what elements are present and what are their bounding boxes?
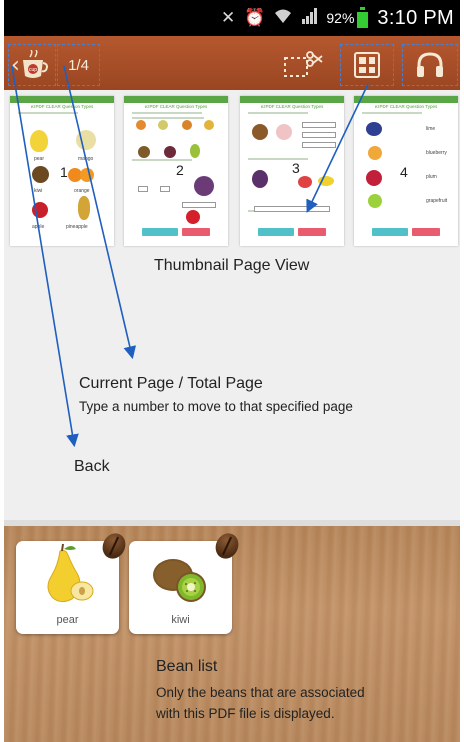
- bean-card-pear[interactable]: pear: [16, 529, 130, 634]
- thumbnail-title: ezPDF CLEAR Question Types: [144, 104, 208, 109]
- fruit-label: plum: [426, 174, 437, 180]
- thumbnail-number: 1: [60, 164, 68, 180]
- shelf-divider: [4, 520, 460, 526]
- page-thumbnail-2[interactable]: ezPDF CLEAR Question Types 2: [124, 96, 228, 246]
- thumbnail-page-view: ezPDF CLEAR Question Types pear mango 1 …: [4, 90, 460, 520]
- mute-vibrate-icon: ✕: [220, 7, 236, 28]
- page-indicator-caption: Current Page / Total Page: [79, 375, 263, 392]
- bean-list-caption: Bean list: [156, 658, 218, 675]
- thumbnail-view-button[interactable]: [340, 44, 394, 86]
- page-thumbnail-1[interactable]: ezPDF CLEAR Question Types pear mango 1 …: [10, 96, 114, 246]
- thumbnail-title: ezPDF CLEAR Question Types: [260, 104, 324, 109]
- svg-text:cup: cup: [29, 67, 37, 73]
- fruit-label: pear: [34, 156, 45, 162]
- thumbnail-number: 2: [176, 162, 184, 178]
- fruit-label: kiwi: [34, 188, 43, 194]
- thumbnail-buttons: [124, 228, 228, 236]
- bean-label: kiwi: [171, 614, 190, 626]
- fruit-label: blueberry: [426, 150, 447, 156]
- bean-list-description-line-2: with this PDF file is displayed.: [156, 706, 335, 721]
- page-indicator-description: Type a number to move to that specified …: [79, 399, 353, 414]
- alarm-icon: ⏰: [244, 7, 266, 28]
- audio-button[interactable]: [402, 44, 458, 86]
- status-time: 3:10 PM: [377, 6, 454, 29]
- bean-label: pear: [56, 614, 79, 626]
- fruit-label: grapefruit: [426, 198, 448, 204]
- headphones-icon: [417, 52, 443, 77]
- back-caption: Back: [74, 458, 110, 475]
- clip-button[interactable]: [276, 46, 324, 84]
- fruit-label: orange: [74, 188, 90, 194]
- grid-view-icon: [354, 52, 380, 78]
- thumbnail-title: ezPDF CLEAR Question Types: [374, 104, 438, 109]
- bean-list-description: Only the beans that are associated with …: [156, 682, 456, 724]
- battery-icon: [357, 6, 369, 28]
- app-screen: ✕ ⏰ 92% 3:10 PM ‹ cup 1/4 ezPDF CLEAR Qu…: [4, 0, 460, 742]
- fruit-label: pineapple: [66, 224, 88, 230]
- fruit-label: lime: [426, 126, 436, 132]
- clip-icon: [284, 51, 323, 77]
- bean-list-description-line-1: Only the beans that are associated: [156, 685, 365, 700]
- page-thumbnail-4[interactable]: ezPDF CLEAR Question Types 4 lime bluebe…: [354, 96, 458, 246]
- wifi-icon: [274, 8, 292, 28]
- thumbnail-number: 4: [400, 164, 408, 180]
- back-button[interactable]: ‹ cup: [8, 44, 56, 86]
- fruit-label: mango: [78, 156, 94, 162]
- battery-indicator: 92%: [326, 6, 369, 28]
- thumbnail-buttons: [354, 228, 458, 236]
- fruit-label: apple: [32, 224, 45, 230]
- thumbnail-number: 3: [292, 160, 300, 176]
- thumbnail-buttons: [240, 228, 344, 236]
- chevron-left-icon: ‹: [11, 52, 20, 78]
- battery-percent: 92%: [326, 10, 355, 26]
- cup-logo-icon: cup: [21, 49, 49, 80]
- status-bar: ✕ ⏰ 92% 3:10 PM: [4, 0, 460, 36]
- signal-icon: [301, 8, 318, 28]
- page-number-input[interactable]: 1/4: [57, 44, 100, 86]
- page-thumbnail-3[interactable]: ezPDF CLEAR Question Types 3: [240, 96, 344, 246]
- thumbnail-title: ezPDF CLEAR Question Types: [30, 104, 94, 109]
- app-toolbar: ‹ cup 1/4: [4, 36, 460, 90]
- thumbnail-view-caption: Thumbnail Page View: [154, 257, 310, 274]
- bean-card-kiwi[interactable]: kiwi: [129, 529, 243, 634]
